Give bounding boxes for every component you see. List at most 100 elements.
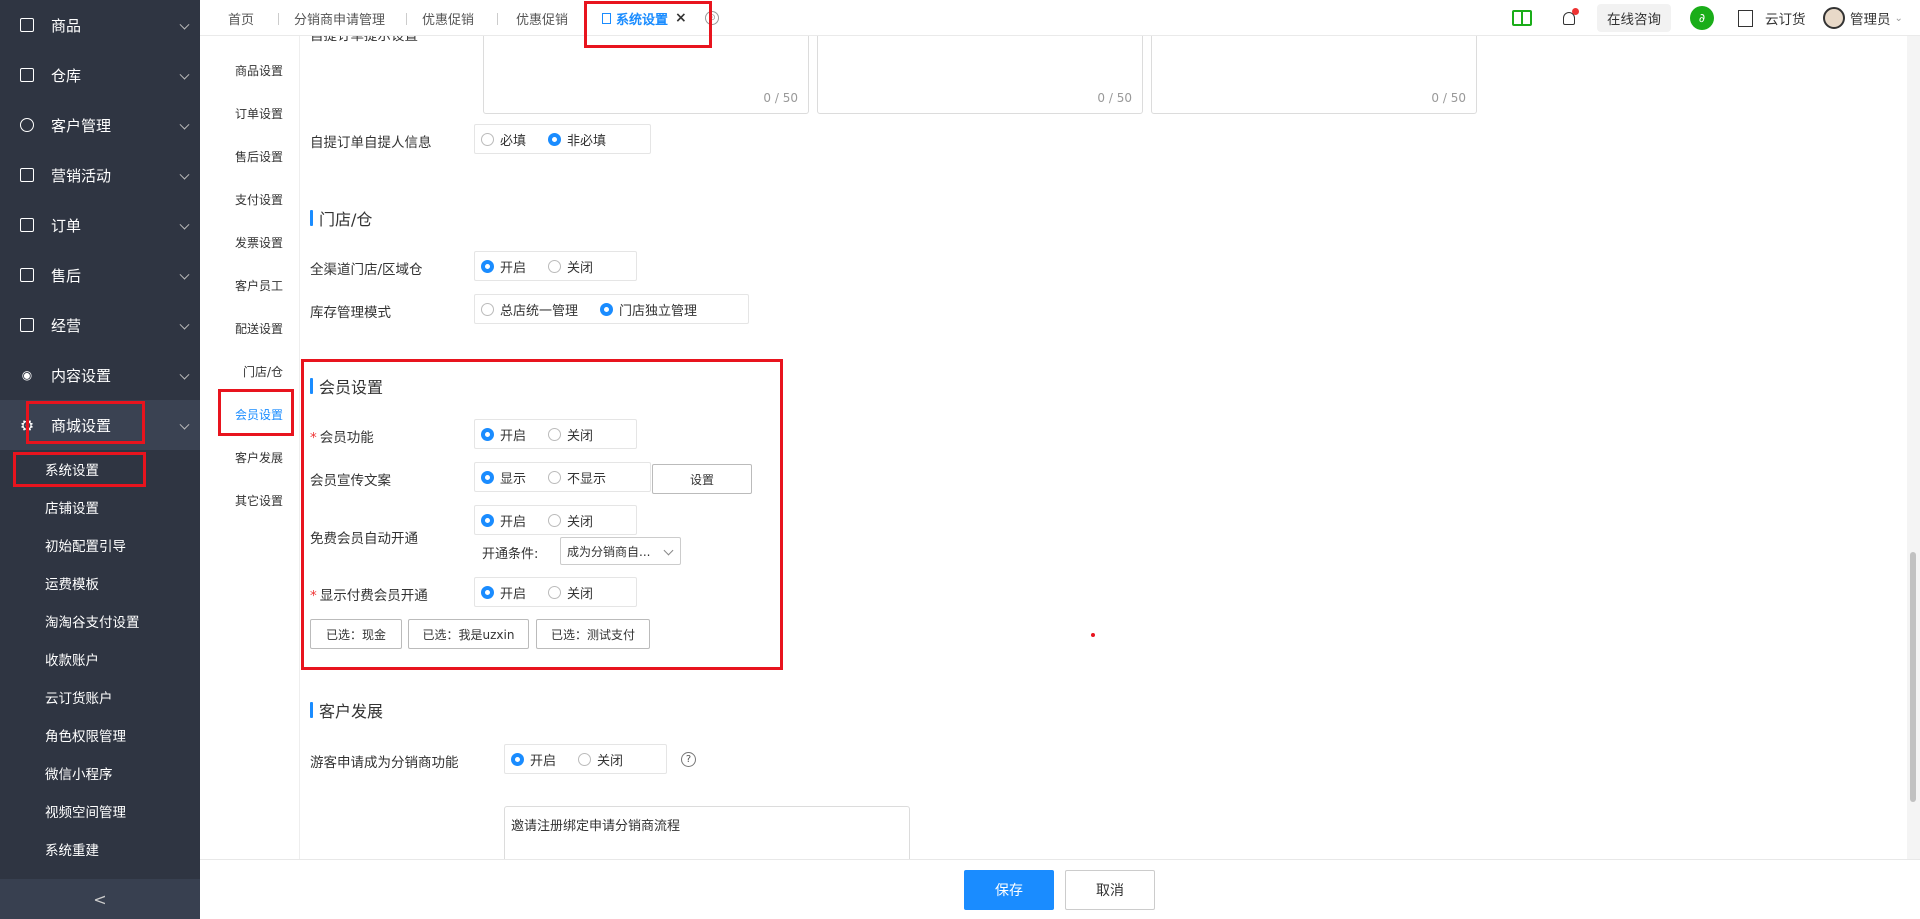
sidebar-item-label: 内容设置 [51,366,112,385]
sidebar-subitem-label: 收款账户 [45,653,99,669]
sidebar-subitem-collection-account[interactable]: 收款账户 [0,640,200,678]
radio-dot-selected [481,513,494,527]
sidebar-item-orders[interactable]: 订单 [0,200,200,250]
sidebar-item-aftersale[interactable]: 售后 [0,250,200,300]
pickup-notice-textarea-2[interactable]: 0 / 50 [817,36,1143,114]
sidebar-item-label: 售后 [51,266,82,285]
invite-flow-textarea[interactable]: 邀请注册绑定申请分销商流程 [504,806,910,859]
tab-promotion-1[interactable]: 优惠促销 [422,0,474,36]
sidebar-subitem-video-space[interactable]: 视频空间管理 [0,792,200,830]
radio-on[interactable]: 开启 [481,257,526,276]
subnav-member-settings[interactable]: 会员设置 [235,393,283,436]
radio-off[interactable]: 关闭 [578,750,623,769]
help-icon[interactable]: ? [681,752,696,767]
sidebar-item-marketing[interactable]: 营销活动 [0,150,200,200]
close-icon[interactable]: × [675,10,687,26]
sidebar-item-business[interactable]: 经营 [0,300,200,350]
tab-distributor-apply[interactable]: 分销商申请管理 [294,0,385,36]
radio-dot-selected [548,132,562,146]
radio-off[interactable]: 关闭 [548,257,593,276]
open-condition-select[interactable]: 成为分销商自... [560,537,681,565]
company-switch[interactable]: 云订货 [1738,0,1806,36]
sidebar-item-goods[interactable]: 商品 [0,0,200,50]
subnav-goods-settings[interactable]: 商品设置 [235,49,283,92]
radio-on[interactable]: 开启 [481,425,526,444]
selected-payment-button-1[interactable]: 已选：现金 [310,619,402,649]
subnav-customer-staff[interactable]: 客户员工 [235,264,283,307]
subnav-delivery-settings[interactable]: 配送设置 [235,307,283,350]
settings-subnav: 商品设置 订单设置 售后设置 支付设置 发票设置 客户员工 配送设置 门店/仓 … [200,36,300,859]
subnav-label: 售后设置 [234,150,283,164]
sidebar-item-content[interactable]: ◉ 内容设置 [0,350,200,400]
sidebar-subitem-system-settings[interactable]: 系统设置 [0,450,200,488]
online-consult-button[interactable]: 在线咨询 [1597,0,1671,36]
scrollbar[interactable] [1907,36,1920,859]
save-button[interactable]: 保存 [964,870,1054,910]
sidebar-subitem-wechat-miniprogram[interactable]: 微信小程序 [0,754,200,792]
radio-on[interactable]: 开启 [511,750,556,769]
chevron-down-icon [179,269,190,280]
sidebar-subitem-shop-settings[interactable]: 店铺设置 [0,488,200,526]
sidebar-item-customers[interactable]: 客户管理 [0,100,200,150]
sidebar-subitem-init-guide[interactable]: 初始配置引导 [0,526,200,564]
subnav-store-warehouse[interactable]: 门店/仓 [243,350,283,393]
notification-button[interactable] [1563,0,1579,36]
sidebar-item-mall-settings[interactable]: ⚙ 商城设置 [0,400,200,450]
subnav-order-settings[interactable]: 订单设置 [235,92,283,135]
chevron-left-icon: < [93,889,107,909]
chevron-down-icon [179,69,190,80]
sidebar-subitem-label: 运费模板 [45,577,99,593]
tab-system-settings[interactable]: 系统设置 × [602,0,687,36]
subnav-payment-settings[interactable]: 支付设置 [235,178,283,221]
radio-on[interactable]: 开启 [481,583,526,602]
sidebar-item-label: 营销活动 [51,166,112,185]
radio-required[interactable]: 必填 [481,130,526,149]
sidebar-item-label: 订单 [51,216,82,235]
sidebar-subitem-freight-template[interactable]: 运费模板 [0,564,200,602]
radio-unified[interactable]: 总店统一管理 [481,300,578,319]
sidebar-subitem-cloud-account[interactable]: 云订货账户 [0,678,200,716]
selected-payment-button-3[interactable]: 已选：测试支付 [536,619,650,649]
select-value: 成为分销商自... [567,544,651,559]
radio-label: 开启 [500,428,527,444]
tab-divider [406,13,407,25]
chevron-down-icon [179,119,190,130]
radio-hide[interactable]: 不显示 [548,468,606,487]
radio-independent[interactable]: 门店独立管理 [600,300,697,319]
tab-home[interactable]: 首页 [228,0,254,36]
radio-optional[interactable]: 非必填 [548,130,606,149]
sidebar-subitem-role-permissions[interactable]: 角色权限管理 [0,716,200,754]
order-icon [20,218,34,232]
section-title-customer: 客户发展 [310,698,383,722]
radio-off[interactable]: 关闭 [548,511,593,530]
button-label: 已选：我是uzxin [422,627,515,642]
selected-payment-button-2[interactable]: 已选：我是uzxin [408,619,529,649]
subnav-aftersale-settings[interactable]: 售后设置 [235,135,283,178]
cancel-button[interactable]: 取消 [1065,870,1155,910]
radio-on[interactable]: 开启 [481,511,526,530]
pickup-notice-textarea-3[interactable]: 0 / 50 [1151,36,1477,114]
scrollbar-thumb[interactable] [1910,552,1916,802]
tab-overflow-icon[interactable]: ⊙ [705,11,719,25]
tab-promotion-2[interactable]: 优惠促销 [516,0,568,36]
radio-show[interactable]: 显示 [481,468,526,487]
radio-dot [548,585,562,599]
paid-member-text: 显示付费会员开通 [319,588,428,604]
sidebar-subitem-payment-settings[interactable]: 淘淘谷支付设置 [0,602,200,640]
business-icon [20,318,34,332]
miniprogram-button[interactable]: ∂ [1690,0,1714,36]
sidebar-subitem-system-rebuild[interactable]: 系统重建 [0,830,200,868]
user-menu[interactable]: 管理员 ⌄ [1823,0,1903,36]
sidebar-item-warehouse[interactable]: 仓库 [0,50,200,100]
subnav-customer-growth[interactable]: 客户发展 [235,436,283,479]
radio-dot [578,752,592,766]
radio-off[interactable]: 关闭 [548,425,593,444]
textarea-value: 邀请注册绑定申请分销商流程 [511,819,681,834]
radio-off[interactable]: 关闭 [548,583,593,602]
collapse-sidebar-button[interactable]: < [0,879,200,919]
pickup-notice-textarea-1[interactable]: 0 / 50 [483,36,809,114]
member-promo-settings-button[interactable]: 设置 [652,464,752,494]
guide-book-button[interactable] [1512,0,1532,36]
subnav-invoice-settings[interactable]: 发票设置 [235,221,283,264]
subnav-other-settings[interactable]: 其它设置 [235,479,283,522]
